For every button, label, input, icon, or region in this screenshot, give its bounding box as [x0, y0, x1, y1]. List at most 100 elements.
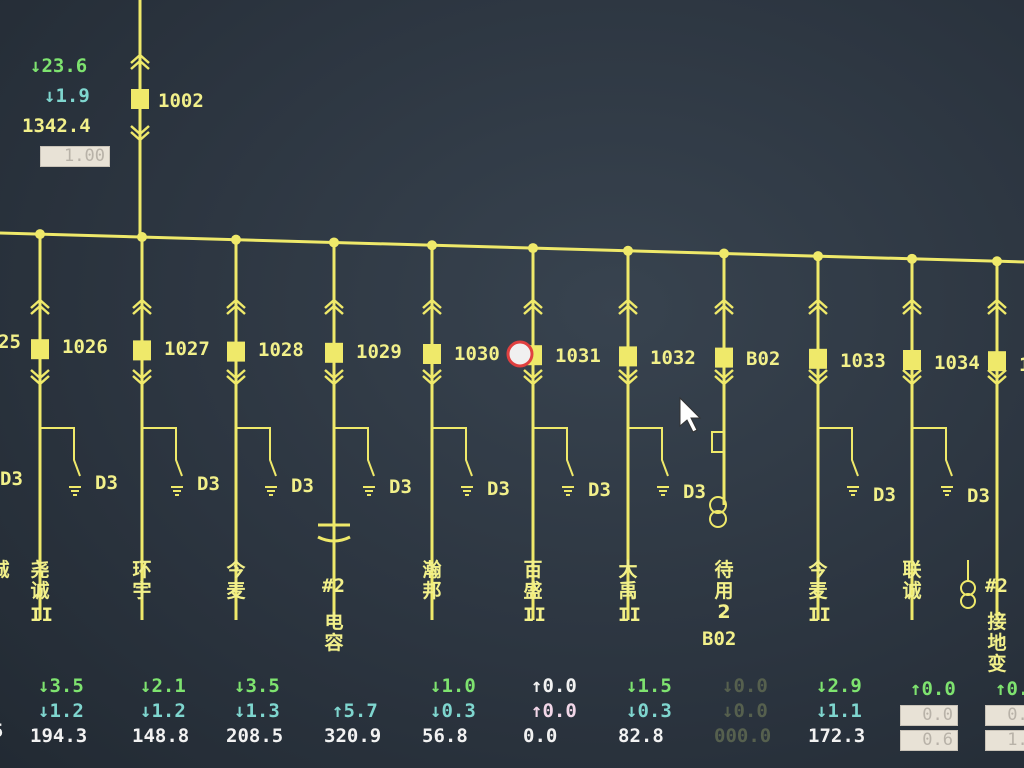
ground-symbol	[562, 486, 574, 496]
alarm-indicator[interactable]	[506, 340, 534, 368]
feeder-name: 百盛	[523, 559, 543, 602]
ground-switch-label: D3	[389, 476, 412, 498]
active-power: ↓2.9	[816, 675, 862, 697]
feeder-name: 联诚	[902, 559, 922, 602]
active-power: ↓1.0	[430, 675, 476, 697]
current: 148.8	[132, 725, 190, 747]
reactive-power: ↓1.3	[234, 700, 280, 722]
feeder-current: 5	[0, 720, 3, 742]
feeder-name: 大禹	[618, 559, 638, 602]
reactive-box[interactable]: 0.0	[985, 705, 1024, 726]
fuse-symbol	[711, 431, 725, 453]
ground-switch	[432, 427, 473, 477]
feeder-name: 今麦	[226, 559, 246, 602]
ground-switch-label: D3	[967, 485, 990, 507]
reactive-power: ↑5.7	[332, 700, 378, 722]
reactive-power: ↑0.0	[531, 700, 577, 722]
feeder-name: 待用2	[714, 559, 734, 623]
current-box[interactable]: 0.6	[900, 730, 958, 751]
breaker[interactable]	[227, 341, 245, 362]
feeder-name: 环宇	[132, 559, 152, 602]
ground-switch-label: D3	[291, 474, 314, 497]
feeder-roman: II	[618, 604, 641, 626]
ground-symbol	[363, 486, 375, 496]
active-power: ↓3.5	[234, 675, 280, 697]
feeder-id-label: 1029	[356, 341, 402, 364]
feeder-id-label: 1027	[164, 337, 210, 360]
current: 208.5	[226, 725, 284, 747]
ground-switch	[40, 427, 81, 477]
current-box[interactable]: 1.2	[985, 730, 1024, 751]
breaker[interactable]	[809, 348, 827, 369]
ground-switch	[334, 427, 375, 477]
feeder-roman: II	[808, 604, 831, 626]
breaker[interactable]	[715, 347, 733, 368]
reactive-power: ↓1.2	[140, 700, 186, 722]
feeder-ground-label: D3	[0, 468, 23, 490]
breaker[interactable]	[903, 350, 921, 370]
feeder-id-label: 25	[0, 331, 21, 353]
feeder-name: 今麦	[808, 559, 828, 602]
feeder-id-label: 1032	[650, 346, 696, 369]
ground-symbol	[69, 486, 81, 496]
breaker[interactable]	[133, 340, 151, 361]
active-power: ↓0.0	[722, 675, 768, 697]
ground-switch-label: D3	[197, 473, 220, 495]
earth-transformer-lower	[960, 593, 976, 609]
ground-switch-label: D3	[873, 483, 896, 506]
current: 320.9	[324, 725, 382, 747]
ground-symbol	[461, 486, 473, 496]
mouse-cursor-icon	[679, 396, 702, 433]
incoming-active-power: ↓23.6	[30, 55, 88, 77]
current: 194.3	[30, 725, 88, 747]
current: 56.8	[422, 725, 468, 747]
feeder-prefix: #2	[985, 575, 1008, 597]
ground-switch-label: D3	[95, 471, 118, 494]
breaker[interactable]	[423, 344, 441, 364]
feeder-prefix: #2	[322, 575, 345, 597]
ground-switch	[628, 427, 669, 477]
ground-switch-label: D3	[683, 480, 706, 503]
feeder-id-label: 1030	[454, 343, 500, 365]
feeder-id-label: 1034	[934, 352, 980, 374]
breaker[interactable]	[325, 342, 343, 363]
single-line-diagram	[0, 0, 1024, 620]
feeder-id-label: 10	[1019, 354, 1024, 376]
breaker[interactable]	[988, 351, 1006, 372]
ground-switch	[912, 427, 953, 477]
incoming-current: 1342.4	[22, 115, 91, 137]
ground-switch	[142, 427, 183, 477]
feeder-id-label: B02	[746, 348, 781, 371]
feeder-id-label: 1028	[258, 339, 304, 362]
ground-switch-label: D3	[487, 477, 510, 500]
main-busbar	[0, 231, 1024, 264]
incoming-breaker[interactable]	[131, 89, 149, 109]
ground-symbol	[847, 486, 859, 496]
ground-switch	[236, 427, 277, 477]
feeder-id-label: 1031	[555, 344, 601, 367]
ground-symbol	[171, 486, 183, 496]
current: 000.0	[714, 725, 772, 747]
feeder-id-label: 1033	[840, 350, 886, 373]
active-power: ↑0.0	[531, 675, 577, 697]
active-power: ↑0.0	[995, 678, 1024, 700]
ground-switch	[818, 427, 859, 477]
ground-symbol	[265, 486, 277, 496]
breaker[interactable]	[31, 339, 49, 360]
ground-switch	[533, 427, 574, 477]
active-power: ↑0.0	[910, 678, 956, 700]
breaker[interactable]	[619, 346, 637, 367]
reactive-power: ↓1.1	[816, 700, 862, 722]
incoming-factor-box[interactable]: 1.00	[40, 146, 110, 167]
reactive-power: ↓0.0	[722, 700, 768, 722]
ground-symbol	[941, 486, 953, 496]
reactive-power: ↓0.3	[430, 700, 476, 722]
feeder-name: 电容	[324, 611, 344, 654]
current: 172.3	[808, 725, 866, 747]
ground-switch-label: D3	[588, 479, 611, 501]
feeder-roman: II	[30, 604, 53, 626]
feeder-name: 接地变	[987, 611, 1007, 675]
feeder-name: 瀚邦	[422, 559, 442, 602]
current: 0.0	[523, 725, 558, 747]
reactive-box[interactable]: 0.0	[900, 705, 958, 726]
